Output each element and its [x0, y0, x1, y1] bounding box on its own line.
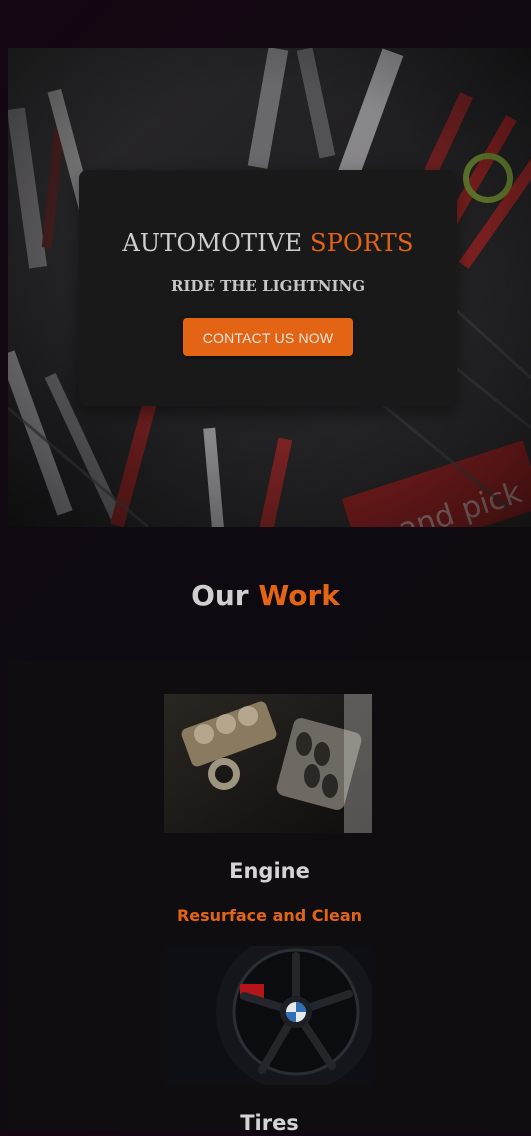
our-work-heading: Our Work	[0, 578, 531, 614]
contact-us-button[interactable]: CONTACT US NOW	[183, 318, 353, 356]
our-work-panel: Engine Resurface and Clean Tires	[8, 662, 531, 1135]
our-work-heading-main: Our	[191, 579, 249, 612]
hero-card: AUTOMOTIVE SPORTS RIDE THE LIGHTNING CON…	[79, 170, 457, 406]
work-item-subtitle: Resurface and Clean	[176, 906, 363, 925]
engine-image	[164, 694, 372, 833]
our-work-heading-accent: Work	[258, 579, 340, 612]
wheel-image	[164, 946, 372, 1085]
hero-section: and pick AUTOMOTIVE SPORTS RIDE THE LIGH…	[8, 48, 531, 527]
work-item-title: Engine	[229, 859, 310, 883]
hero-title-accent: SPORTS	[310, 229, 414, 257]
hero-subtitle: RIDE THE LIGHTNING	[170, 277, 366, 295]
work-item-title: Tires	[240, 1111, 299, 1135]
hero-title-main: AUTOMOTIVE	[122, 229, 303, 257]
hero-title: AUTOMOTIVE SPORTS	[79, 228, 457, 258]
